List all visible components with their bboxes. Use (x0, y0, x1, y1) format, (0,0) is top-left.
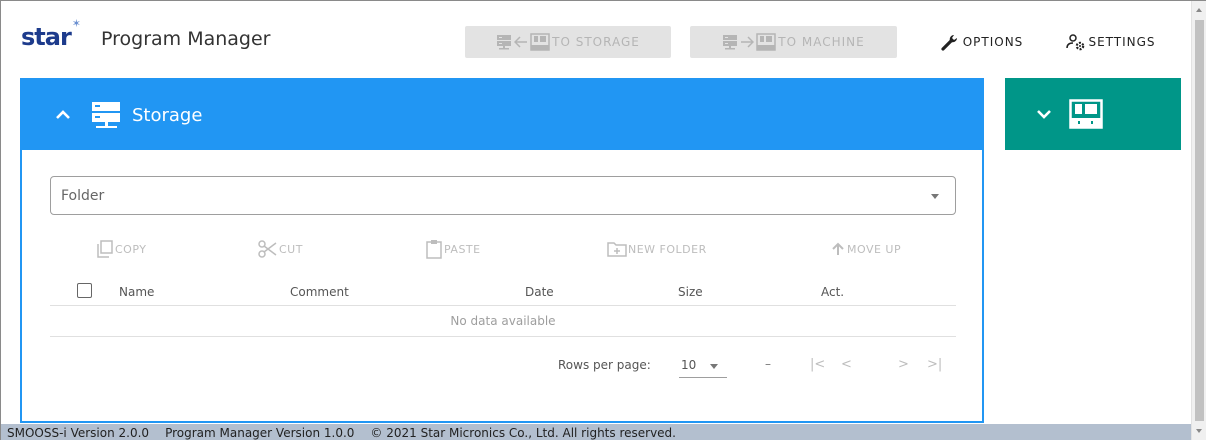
page-range-text: – (765, 357, 771, 371)
server-icon (496, 34, 512, 50)
storage-toolbar: COPY CUT PASTE NEW FOLDER MOVE UP (22, 238, 982, 262)
server-icon (90, 101, 122, 129)
chevron-up-icon[interactable] (52, 104, 74, 126)
new-folder-button[interactable]: NEW FOLDER (607, 238, 707, 260)
to-storage-button[interactable]: TO STORAGE (465, 26, 671, 58)
cut-icon (258, 240, 277, 258)
arrow-up-icon (832, 242, 844, 255)
machine-icon (1069, 99, 1103, 129)
copy-icon (97, 240, 113, 258)
paste-label: PASTE (444, 242, 481, 256)
cut-button[interactable]: CUT (258, 238, 303, 260)
folder-select[interactable]: Folder (50, 176, 956, 215)
previous-page-button[interactable]: < (841, 357, 852, 372)
rows-per-page-value: 10 (681, 358, 697, 372)
new-folder-icon (607, 242, 627, 257)
dropdown-caret-icon (931, 194, 939, 199)
app-window: star ✶ Program Manager TO STORAGE TO MAC… (0, 0, 1206, 440)
storage-panel: Storage Folder COPY CUT PASTE NEW FOLDER (20, 78, 984, 423)
move-up-label: MOVE UP (847, 242, 902, 256)
table-empty-row: No data available (50, 306, 956, 337)
to-machine-button[interactable]: TO MACHINE (690, 26, 897, 58)
next-page-button[interactable]: > (898, 357, 909, 372)
scroll-down-arrow-icon[interactable] (1196, 429, 1202, 433)
logo-star-icon: ✶ (71, 17, 82, 30)
wrench-icon (941, 33, 961, 51)
settings-label: SETTINGS (1088, 35, 1156, 49)
app-header: star ✶ Program Manager TO STORAGE TO MAC… (1, 1, 1191, 63)
settings-button[interactable]: SETTINGS (1051, 26, 1171, 58)
machine-panel[interactable] (1005, 78, 1181, 150)
arrow-left-icon (514, 36, 528, 48)
star-logo: star ✶ (21, 17, 81, 51)
paste-button[interactable]: PASTE (425, 238, 481, 260)
to-storage-label: TO STORAGE (552, 35, 640, 49)
paste-icon (426, 240, 442, 259)
storage-panel-header[interactable]: Storage (22, 80, 982, 150)
cut-label: CUT (279, 242, 303, 256)
select-all-checkbox[interactable] (77, 283, 92, 298)
options-button[interactable]: OPTIONS (926, 26, 1038, 58)
machine-icon (530, 33, 550, 51)
new-folder-label: NEW FOLDER (628, 242, 707, 256)
column-header-date[interactable]: Date (525, 285, 554, 299)
vertical-scrollbar[interactable] (1191, 1, 1206, 440)
server-icon (722, 34, 738, 50)
chevron-down-icon[interactable] (1033, 103, 1055, 125)
scroll-up-arrow-icon[interactable] (1196, 8, 1202, 12)
smooss-version-text: SMOOSS-i Version 2.0.0 (7, 425, 150, 440)
table-pagination: Rows per page: 10 – |< < > >| (50, 346, 956, 386)
column-header-size[interactable]: Size (678, 285, 703, 299)
storage-table: Name Comment Date Size Act. No data avai… (50, 279, 956, 337)
rows-per-page-label: Rows per page: (558, 358, 651, 372)
copyright-text: © 2021 Star Micronics Co., Ltd. All righ… (370, 425, 676, 440)
column-header-name[interactable]: Name (119, 285, 154, 299)
dropdown-caret-icon (710, 364, 718, 369)
move-up-button[interactable]: MOVE UP (830, 238, 901, 260)
app-title: Program Manager (101, 28, 271, 50)
table-header: Name Comment Date Size Act. (50, 279, 956, 306)
status-bar: SMOOSS-i Version 2.0.0 Program Manager V… (1, 424, 1191, 440)
arrow-right-icon (740, 36, 755, 48)
options-label: OPTIONS (962, 35, 1024, 49)
machine-icon (756, 33, 777, 51)
rows-per-page-select[interactable]: 10 (679, 354, 727, 378)
folder-placeholder: Folder (61, 187, 105, 204)
storage-title: Storage (132, 104, 203, 126)
copy-button[interactable]: COPY (96, 238, 146, 260)
first-page-button[interactable]: |< (810, 357, 825, 372)
to-machine-label: TO MACHINE (778, 35, 865, 49)
last-page-button[interactable]: >| (927, 357, 942, 372)
settings-icon (1066, 33, 1086, 51)
scrollbar-thumb[interactable] (1195, 20, 1204, 421)
copy-label: COPY (115, 242, 147, 256)
program-manager-version-text: Program Manager Version 1.0.0 (165, 425, 355, 440)
logo-text: star (21, 23, 72, 51)
column-header-act: Act. (821, 285, 845, 299)
column-header-comment[interactable]: Comment (290, 285, 349, 299)
